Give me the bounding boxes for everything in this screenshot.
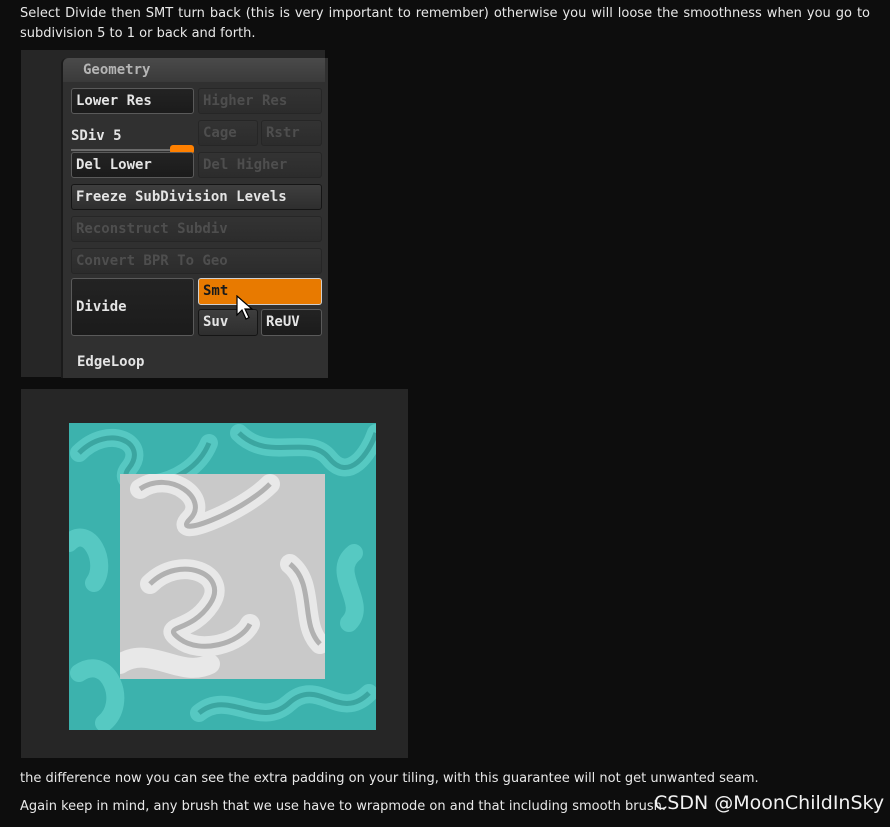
geometry-header[interactable]: Geometry bbox=[63, 58, 325, 82]
result-paragraph: the difference now you can see the extra… bbox=[20, 771, 759, 786]
cage-button[interactable]: Cage bbox=[198, 120, 258, 146]
csdn-watermark: CSDN @MoonChildInSky bbox=[654, 792, 885, 814]
convert-bpr-button[interactable]: Convert BPR To Geo bbox=[71, 248, 322, 274]
higher-res-button[interactable]: Higher Res bbox=[198, 88, 322, 114]
freeze-subdivision-button[interactable]: Freeze SubDivision Levels bbox=[71, 184, 322, 210]
rstr-button[interactable]: Rstr bbox=[261, 120, 322, 146]
rope-pattern-center bbox=[110, 472, 330, 678]
del-higher-button[interactable]: Del Higher bbox=[198, 152, 322, 178]
geometry-panel: Geometry Lower Res Higher Res SDiv 5 Cag… bbox=[61, 58, 328, 378]
del-lower-button[interactable]: Del Lower bbox=[71, 152, 194, 178]
texture-center-tile bbox=[110, 472, 330, 679]
lower-res-button[interactable]: Lower Res bbox=[71, 88, 194, 114]
mouse-cursor-icon bbox=[236, 295, 254, 320]
sdiv-slider-label: SDiv 5 bbox=[71, 128, 122, 144]
tiled-texture bbox=[69, 423, 376, 730]
reminder-paragraph: Again keep in mind, any brush that we us… bbox=[20, 799, 666, 814]
instruction-paragraph: Select Divide then SMT turn back (this i… bbox=[20, 6, 870, 41]
divide-button[interactable]: Divide bbox=[71, 278, 194, 336]
reuv-button[interactable]: ReUV bbox=[261, 309, 322, 336]
reconstruct-subdiv-button[interactable]: Reconstruct Subdiv bbox=[71, 216, 322, 242]
texture-preview-screenshot bbox=[21, 389, 408, 758]
edgeloop-subpalette[interactable]: EdgeLoop bbox=[77, 354, 144, 370]
smt-toggle[interactable]: Smt bbox=[198, 278, 322, 305]
geometry-panel-screenshot: Geometry Lower Res Higher Res SDiv 5 Cag… bbox=[21, 50, 328, 378]
